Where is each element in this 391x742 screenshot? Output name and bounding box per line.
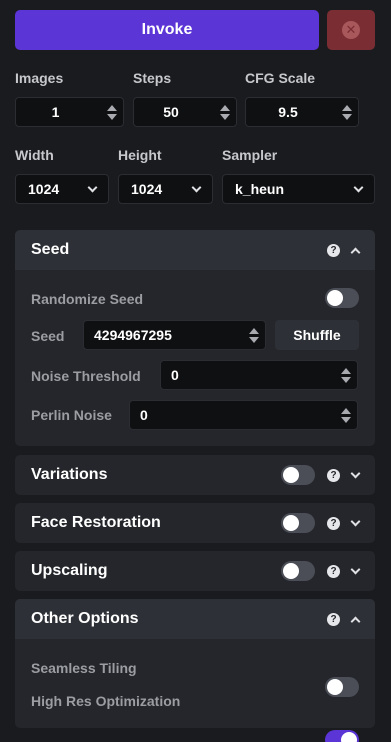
toggle-knob xyxy=(283,467,299,483)
help-icon[interactable]: ? xyxy=(327,564,340,578)
images-input[interactable]: 1 xyxy=(15,97,124,127)
noise-threshold-input[interactable]: 0 xyxy=(160,360,358,390)
width-label: Width xyxy=(15,147,54,163)
help-icon[interactable]: ? xyxy=(327,612,340,626)
seed-panel-title: Seed xyxy=(31,241,70,258)
steps-stepper[interactable] xyxy=(214,104,236,120)
upscaling-toggle[interactable] xyxy=(281,561,315,581)
toggle-knob xyxy=(283,563,299,579)
shuffle-button[interactable]: Shuffle xyxy=(275,320,359,350)
steps-input[interactable]: 50 xyxy=(133,97,237,127)
increment-icon[interactable] xyxy=(341,367,351,374)
close-circle-icon: ✕ xyxy=(342,21,360,39)
increment-icon[interactable] xyxy=(342,104,352,111)
chevron-down-icon xyxy=(191,182,202,192)
sampler-value: k_heun xyxy=(235,181,285,197)
help-icon[interactable]: ? xyxy=(327,468,340,482)
decrement-icon[interactable] xyxy=(341,416,351,423)
invoke-button[interactable]: Invoke xyxy=(15,10,319,50)
increment-icon[interactable] xyxy=(220,104,230,111)
chevron-down-icon[interactable] xyxy=(350,468,361,478)
variations-toggle[interactable] xyxy=(281,465,315,485)
face-restoration-panel-title: Face Restoration xyxy=(31,514,161,531)
randomize-seed-label: Randomize Seed xyxy=(31,291,144,307)
chevron-down-icon[interactable] xyxy=(350,564,361,574)
perlin-noise-input[interactable]: 0 xyxy=(129,400,358,430)
decrement-icon[interactable] xyxy=(249,336,259,343)
seed-value[interactable]: 4294967295 xyxy=(84,327,243,343)
images-value[interactable]: 1 xyxy=(16,104,101,120)
chevron-down-icon xyxy=(353,182,364,192)
increment-icon[interactable] xyxy=(107,104,117,111)
seamless-tiling-label: Seamless Tiling xyxy=(31,660,137,676)
cfg-scale-stepper[interactable] xyxy=(336,104,358,120)
toggle-knob xyxy=(327,290,343,306)
other-options-panel-title: Other Options xyxy=(31,610,139,627)
sampler-select[interactable]: k_heun xyxy=(222,174,375,204)
seed-input[interactable]: 4294967295 xyxy=(83,320,266,350)
face-restoration-toggle[interactable] xyxy=(281,513,315,533)
noise-threshold-stepper[interactable] xyxy=(335,367,357,383)
perlin-noise-label: Perlin Noise xyxy=(31,407,112,423)
steps-value[interactable]: 50 xyxy=(134,104,214,120)
chevron-down-icon xyxy=(87,182,98,192)
toggle-knob xyxy=(327,679,343,695)
perlin-noise-stepper[interactable] xyxy=(335,407,357,423)
height-select[interactable]: 1024 xyxy=(118,174,213,204)
upscaling-panel-header[interactable]: Upscaling ? xyxy=(15,551,375,591)
images-stepper[interactable] xyxy=(101,104,123,120)
high-res-optimization-toggle[interactable] xyxy=(325,730,359,742)
other-options-panel-header[interactable]: Other Options ? xyxy=(15,599,375,639)
cancel-button[interactable]: ✕ xyxy=(327,10,375,50)
seed-label: Seed xyxy=(31,328,65,344)
images-label: Images xyxy=(15,70,64,86)
steps-label: Steps xyxy=(133,70,172,86)
high-res-optimization-label: High Res Optimization xyxy=(31,693,181,709)
upscaling-panel-title: Upscaling xyxy=(31,562,108,579)
face-restoration-panel-header[interactable]: Face Restoration ? xyxy=(15,503,375,543)
width-select[interactable]: 1024 xyxy=(15,174,109,204)
cfg-scale-value[interactable]: 9.5 xyxy=(246,104,336,120)
width-value: 1024 xyxy=(28,181,60,197)
decrement-icon[interactable] xyxy=(107,113,117,120)
chevron-down-icon[interactable] xyxy=(350,516,361,526)
chevron-up-icon[interactable] xyxy=(350,616,361,626)
noise-threshold-value[interactable]: 0 xyxy=(161,367,335,383)
toggle-knob xyxy=(283,515,299,531)
cfg-scale-input[interactable]: 9.5 xyxy=(245,97,359,127)
height-value: 1024 xyxy=(131,181,163,197)
perlin-noise-value[interactable]: 0 xyxy=(130,407,335,423)
decrement-icon[interactable] xyxy=(341,376,351,383)
increment-icon[interactable] xyxy=(341,407,351,414)
decrement-icon[interactable] xyxy=(220,113,230,120)
randomize-seed-toggle[interactable] xyxy=(325,288,359,308)
variations-panel-title: Variations xyxy=(31,466,108,483)
help-icon[interactable]: ? xyxy=(327,243,340,257)
seed-panel-header[interactable]: Seed ? xyxy=(15,230,375,270)
height-label: Height xyxy=(118,147,162,163)
sampler-label: Sampler xyxy=(222,147,278,163)
chevron-up-icon[interactable] xyxy=(350,247,361,257)
increment-icon[interactable] xyxy=(249,327,259,334)
noise-threshold-label: Noise Threshold xyxy=(31,368,141,384)
seed-stepper[interactable] xyxy=(243,327,265,343)
seamless-tiling-toggle[interactable] xyxy=(325,677,359,697)
decrement-icon[interactable] xyxy=(342,113,352,120)
help-icon[interactable]: ? xyxy=(327,516,340,530)
toggle-knob xyxy=(341,732,357,742)
cfg-scale-label: CFG Scale xyxy=(245,70,316,86)
variations-panel-header[interactable]: Variations ? xyxy=(15,455,375,495)
